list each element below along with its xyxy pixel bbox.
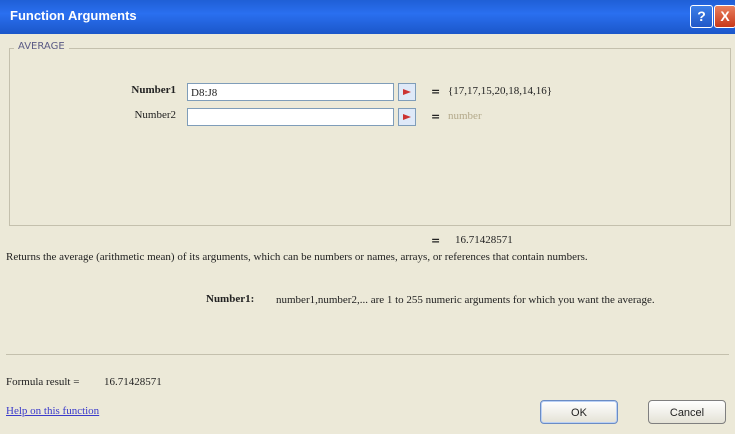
number2-equals: = (431, 110, 441, 123)
number1-input[interactable]: D8:J8 (187, 83, 394, 101)
help-on-function-link[interactable]: Help on this function (6, 405, 99, 417)
collapse-dialog-icon (403, 89, 411, 95)
cancel-button[interactable]: Cancel (648, 400, 726, 424)
arguments-group (9, 48, 731, 226)
number1-equals: = (431, 85, 441, 98)
ok-button[interactable]: OK (540, 400, 618, 424)
formula-result-label: Formula result = (6, 376, 80, 388)
summary-equals: = (431, 234, 441, 247)
number1-collapse-button[interactable] (398, 83, 416, 101)
title-bar[interactable]: Function Arguments ? X (0, 0, 735, 34)
close-button[interactable]: X (714, 5, 735, 28)
number2-label: Number2 (134, 109, 176, 121)
summary-value: 16.71428571 (455, 234, 513, 246)
arg-help-label: Number1: (206, 293, 255, 305)
arg-help-text: number1,number2,... are 1 to 255 numeric… (276, 294, 655, 306)
function-description: Returns the average (arithmetic mean) of… (6, 251, 588, 263)
number2-result: number (448, 110, 482, 122)
help-button[interactable]: ? (690, 5, 713, 28)
formula-result-value: 16.71428571 (104, 376, 162, 388)
function-arguments-dialog: Function Arguments ? X AVERAGE Number1 D… (0, 0, 735, 434)
divider (6, 354, 729, 355)
number2-input[interactable] (187, 108, 394, 126)
number1-result: {17,17,15,20,18,14,16} (448, 85, 553, 97)
function-name-label: AVERAGE (14, 41, 69, 52)
number2-collapse-button[interactable] (398, 108, 416, 126)
dialog-title: Function Arguments (10, 8, 137, 23)
number1-label: Number1 (131, 84, 176, 96)
collapse-dialog-icon (403, 114, 411, 120)
